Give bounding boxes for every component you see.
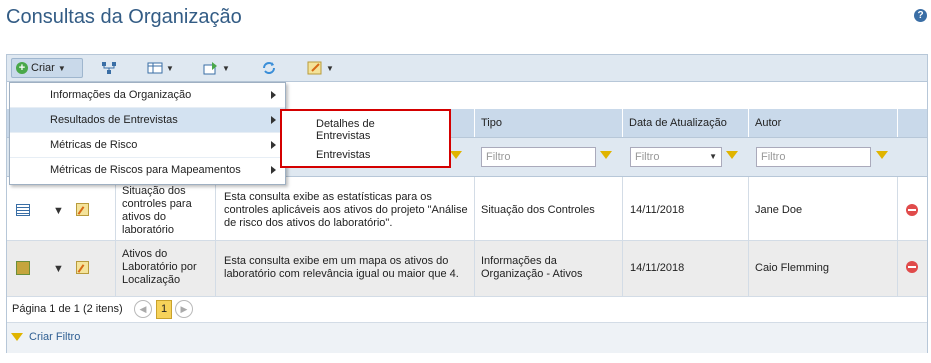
- map-view-icon[interactable]: [16, 261, 30, 275]
- menu-item-risk-metrics[interactable]: Métricas de Risco: [10, 133, 285, 158]
- view-options-button[interactable]: ▼: [147, 58, 174, 78]
- menu-item-label: Métricas de Riscos para Mapeamentos: [50, 164, 241, 176]
- delete-icon[interactable]: [906, 204, 918, 216]
- menu-item-label: Resultados de Entrevistas: [50, 114, 178, 126]
- column-header-updated[interactable]: Data de Atualização: [622, 109, 748, 137]
- create-menu: Informações da Organização Resultados de…: [9, 82, 286, 185]
- edit-row-icon[interactable]: [76, 203, 89, 216]
- filter-select-updated[interactable]: Filtro ▼: [630, 147, 722, 167]
- menu-item-label: Métricas de Risco: [50, 139, 138, 151]
- menu-item-label: Informações da Organização: [50, 89, 192, 101]
- query-description: Esta consulta exibe as estatísticas para…: [224, 191, 468, 229]
- filter-icon: [11, 333, 23, 341]
- filter-icon[interactable]: [600, 151, 612, 159]
- interview-results-submenu: Detalhes de Entrevistas Entrevistas: [280, 109, 451, 168]
- refresh-icon: [263, 62, 275, 74]
- chevron-down-icon: ▼: [166, 63, 174, 73]
- edit-icon: [307, 61, 322, 75]
- chevron-down-icon: ▼: [57, 63, 66, 73]
- chevron-down-icon[interactable]: ▼: [53, 205, 64, 218]
- hierarchy-button[interactable]: [101, 58, 117, 78]
- page-title: Consultas da Organização: [6, 6, 242, 28]
- current-page[interactable]: 1: [156, 300, 172, 319]
- chevron-down-icon: ▼: [326, 63, 334, 73]
- column-header-author[interactable]: Autor: [748, 109, 897, 137]
- delete-icon[interactable]: [906, 261, 918, 273]
- hierarchy-icon: [102, 62, 116, 74]
- export-icon: [203, 62, 217, 75]
- filter-icon[interactable]: [726, 151, 738, 159]
- chevron-right-icon: [271, 91, 276, 99]
- filter-input-type[interactable]: Filtro: [481, 147, 596, 167]
- query-type: Situação dos Controles: [481, 204, 595, 216]
- chevron-down-icon: ▼: [709, 152, 717, 161]
- column-header-type[interactable]: Tipo: [474, 109, 622, 137]
- footer: Criar Filtro: [7, 322, 927, 353]
- create-filter-link[interactable]: Criar Filtro: [29, 331, 80, 344]
- create-label: Criar: [31, 62, 55, 74]
- column-header-actions: [897, 109, 927, 137]
- plus-icon: +: [16, 62, 28, 74]
- chevron-right-icon: [271, 166, 276, 174]
- view-options-icon: [147, 62, 163, 74]
- filter-select-label: Filtro: [635, 151, 660, 163]
- next-page-button[interactable]: ▶: [175, 300, 193, 318]
- create-button[interactable]: + Criar ▼: [11, 58, 83, 78]
- table-row[interactable]: ▼ Ativos do Laboratório por Localização …: [7, 241, 927, 297]
- query-type: Informações da Organização - Ativos: [481, 255, 583, 280]
- edit-row-icon[interactable]: [76, 261, 89, 274]
- chevron-down-icon: ▼: [222, 63, 230, 73]
- submenu-item-interviews[interactable]: Entrevistas: [316, 149, 370, 161]
- toolbar: + Criar ▼ ▼ ▼ ▼: [7, 55, 927, 82]
- query-name: Ativos do Laboratório por Localização: [122, 248, 197, 286]
- chevron-right-icon: [271, 141, 276, 149]
- menu-item-risk-mapping-metrics[interactable]: Métricas de Riscos para Mapeamentos: [10, 158, 285, 183]
- query-name: Situação dos controles para ativos do la…: [122, 185, 192, 236]
- query-updated: 14/11/2018: [630, 262, 685, 274]
- refresh-button[interactable]: [261, 58, 277, 78]
- query-author: Caio Flemming: [755, 262, 829, 274]
- submenu-item-interview-details[interactable]: Detalhes de Entrevistas: [316, 118, 406, 142]
- menu-item-interview-results[interactable]: Resultados de Entrevistas: [10, 108, 285, 133]
- export-button[interactable]: ▼: [203, 58, 230, 78]
- table-view-icon[interactable]: [16, 204, 30, 216]
- help-icon[interactable]: ?: [914, 9, 927, 22]
- chevron-down-icon[interactable]: ▼: [53, 263, 64, 276]
- menu-item-organization-info[interactable]: Informações da Organização: [10, 83, 285, 108]
- prev-page-button[interactable]: ◀: [134, 300, 152, 318]
- table-row[interactable]: ▼ Situação dos controles para ativos do …: [7, 177, 927, 241]
- chevron-right-icon: [271, 116, 276, 124]
- filter-icon[interactable]: [450, 151, 462, 159]
- filter-icon[interactable]: [876, 151, 888, 159]
- edit-query-button[interactable]: ▼: [307, 58, 334, 78]
- query-description: Esta consulta exibe em um mapa os ativos…: [224, 255, 459, 280]
- filter-input-author[interactable]: Filtro: [756, 147, 871, 167]
- query-author: Jane Doe: [755, 204, 803, 216]
- pager: Página 1 de 1 (2 itens) ◀ 1 ▶: [7, 297, 927, 321]
- query-updated: 14/11/2018: [630, 204, 685, 216]
- pager-summary: Página 1 de 1 (2 itens): [12, 303, 123, 315]
